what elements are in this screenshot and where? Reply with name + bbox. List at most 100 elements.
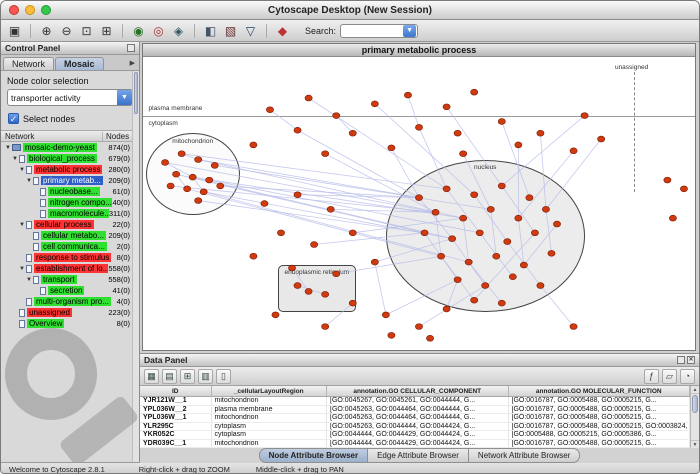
table-row[interactable]: YLR295Ccytoplasm[GO:0045263, GO:0044444,… [140,423,690,432]
tree-row[interactable]: nitrogen compo...40(0) [1,197,139,208]
table-row[interactable]: YDR039C__1mitochondrion[GO:0044444, GO:0… [140,440,690,449]
tree-row[interactable]: ▼primary metab...209(0) [1,175,139,186]
tree-row[interactable]: cellular metabo...209(0) [1,230,139,241]
network-node[interactable] [261,201,268,207]
network-node[interactable] [570,148,577,154]
network-node[interactable] [266,107,273,113]
node-color-select[interactable]: transporter activity ▼ [7,89,133,106]
expander-icon[interactable]: ▼ [4,145,12,151]
delete-attribute-icon[interactable]: ▥ [198,369,213,384]
import-network-icon[interactable]: ◧ [202,22,219,39]
tree-row[interactable]: secretion41(0) [1,285,139,296]
network-node[interactable] [443,306,450,312]
network-node[interactable] [200,189,207,195]
network-node[interactable] [184,186,191,192]
network-node[interactable] [189,174,196,180]
zoom-fit-icon[interactable]: ⊞ [98,22,115,39]
unselect-attributes-icon[interactable]: ▤ [162,369,177,384]
column-header[interactable]: _cellularLayoutRegion [212,386,328,396]
network-node[interactable] [454,277,461,283]
network-edge[interactable] [408,95,419,127]
filter-icon[interactable]: ▽ [242,22,259,39]
network-node[interactable] [542,206,549,212]
network-node[interactable] [311,242,318,248]
network-node[interactable] [305,95,312,101]
network-node[interactable] [250,142,257,148]
tab-network[interactable]: Network [3,57,54,70]
zoom-selected-icon[interactable]: ⊡ [78,22,95,39]
network-node[interactable] [294,283,301,289]
tree-row[interactable]: Overview8(0) [1,318,139,329]
network-edge[interactable] [270,110,298,131]
show-graphics-details-icon[interactable]: ◉ [130,22,147,39]
network-node[interactable] [531,230,538,236]
formula-builder-icon[interactable]: ƒ [644,369,659,384]
tree-row[interactable]: response to stimulus8(0) [1,252,139,263]
network-canvas-svg[interactable] [143,57,695,350]
network-edge[interactable] [336,116,353,134]
network-node[interactable] [570,324,577,330]
tree-row[interactable]: ▼transport558(0) [1,274,139,285]
first-neighbors-icon[interactable]: ◈ [170,22,187,39]
network-node[interactable] [415,324,422,330]
network-node[interactable] [250,253,257,259]
network-edge[interactable] [524,224,557,265]
network-node[interactable] [437,253,444,259]
network-node[interactable] [520,262,527,268]
tree-row[interactable]: macromolecule...311(0) [1,208,139,219]
network-node[interactable] [509,274,516,280]
network-node[interactable] [548,250,555,256]
network-node[interactable] [669,215,676,221]
network-node[interactable] [349,300,356,306]
import-attributes-icon[interactable]: ▱ [662,369,677,384]
trash-icon[interactable]: ▯ [216,369,231,384]
network-node[interactable] [482,283,489,289]
network-node[interactable] [460,151,467,157]
chevron-down-icon[interactable]: ▼ [117,90,132,105]
network-edge[interactable] [204,192,452,239]
network-edge[interactable] [502,121,530,197]
network-node[interactable] [288,265,295,271]
expander-icon[interactable]: ▼ [11,156,19,162]
float-panel-icon[interactable] [127,44,135,52]
network-node[interactable] [371,259,378,265]
minimize-window-button[interactable] [25,5,35,15]
network-node[interactable] [161,160,168,166]
network-node[interactable] [388,145,395,151]
zoom-window-button[interactable] [41,5,51,15]
network-node[interactable] [537,130,544,136]
network-node[interactable] [537,283,544,289]
network-node[interactable] [498,183,505,189]
network-edge[interactable] [325,154,435,213]
network-node[interactable] [421,230,428,236]
table-row[interactable]: YJR121W__1mitochondrion[GO:0045267, GO:0… [140,397,690,406]
network-node[interactable] [322,324,329,330]
zoom-out-icon[interactable]: ⊖ [58,22,75,39]
float-panel-icon[interactable] [677,356,685,364]
network-node[interactable] [277,230,284,236]
network-edge[interactable] [540,286,573,327]
scroll-up-icon[interactable]: ▲ [691,386,699,394]
network-edge[interactable] [447,107,502,186]
network-node[interactable] [504,239,511,245]
close-window-button[interactable] [9,5,19,15]
network-node[interactable] [460,215,467,221]
network-node[interactable] [415,195,422,201]
tree-row[interactable]: unassigned223(0) [1,307,139,318]
tree-row[interactable]: ▼metabolic process280(0) [1,164,139,175]
network-node[interactable] [333,271,340,277]
table-scrollbar[interactable]: ▲ ▼ [690,386,699,448]
network-node[interactable] [664,177,671,183]
table-row[interactable]: YKR052Ccytoplasm[GO:0044444, GO:0044429,… [140,431,690,440]
network-node[interactable] [272,312,279,318]
network-node[interactable] [454,130,461,136]
tree-row[interactable]: multi-organism pro...4(0) [1,296,139,307]
network-node[interactable] [349,130,356,136]
network-edge[interactable] [325,303,353,326]
tree-row[interactable]: nucleobase...61(0) [1,186,139,197]
network-node[interactable] [211,162,218,168]
tree-row[interactable]: ▼biological_process679(0) [1,153,139,164]
network-node[interactable] [487,206,494,212]
network-node[interactable] [305,288,312,294]
network-node[interactable] [167,183,174,189]
